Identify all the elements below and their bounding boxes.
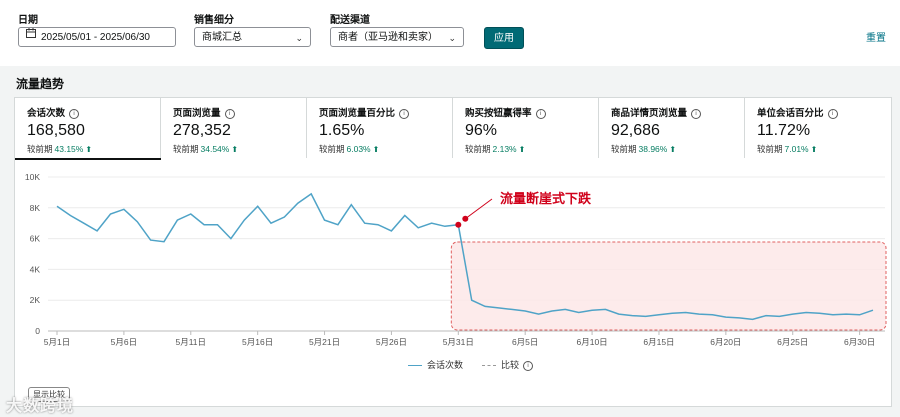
legend-item-compare[interactable]: 比较 i <box>482 358 534 371</box>
x-tick-label: 6月10日 <box>576 337 607 347</box>
y-tick-label: 0 <box>35 326 40 336</box>
x-tick-label: 6月15日 <box>643 337 674 347</box>
watermark: 大数跨境 <box>6 398 75 415</box>
x-tick-label: 6月20日 <box>710 337 741 347</box>
y-tick-label: 10K <box>25 172 40 182</box>
x-axis-labels: 5月1日 5月6日 5月11日 5月16日 5月21日 5月26日 5月31日 6月5日 6月1… <box>44 331 875 347</box>
legend-item-sessions[interactable]: 会话次数 <box>408 358 463 371</box>
x-tick-label: 5月21日 <box>309 337 340 347</box>
x-tick-label: 5月11日 <box>175 337 206 347</box>
annotation-label: 流量断崖式下跌 <box>500 191 592 206</box>
x-tick-label: 6月5日 <box>512 337 538 347</box>
y-tick-label: 8K <box>30 203 41 213</box>
y-tick-label: 2K <box>30 295 41 305</box>
y-axis-labels: 10K 8K 6K 4K 2K 0 <box>25 172 40 336</box>
y-tick-label: 4K <box>30 264 41 274</box>
info-icon[interactable]: i <box>523 361 534 371</box>
annotation-pointer <box>465 198 493 220</box>
traffic-line-chart: 10K 8K 6K 4K 2K 0 5月1日 5月6日 5月11日 5月16日 5月21日 5月26… <box>25 172 887 347</box>
legend-label: 比较 <box>501 360 520 370</box>
y-tick-label: 6K <box>30 234 41 244</box>
x-tick-label: 5月1日 <box>44 337 70 347</box>
drop-highlight-region <box>450 241 887 331</box>
x-tick-label: 5月31日 <box>443 337 474 347</box>
annotation-marker <box>455 221 462 228</box>
x-tick-label: 5月26日 <box>376 337 407 347</box>
legend-label: 会话次数 <box>427 360 464 370</box>
x-tick-label: 5月16日 <box>242 337 273 347</box>
x-tick-label: 5月6日 <box>111 337 137 347</box>
x-tick-label: 6月30日 <box>844 337 875 347</box>
annotation-marker <box>462 215 469 222</box>
x-tick-label: 6月25日 <box>777 337 808 347</box>
